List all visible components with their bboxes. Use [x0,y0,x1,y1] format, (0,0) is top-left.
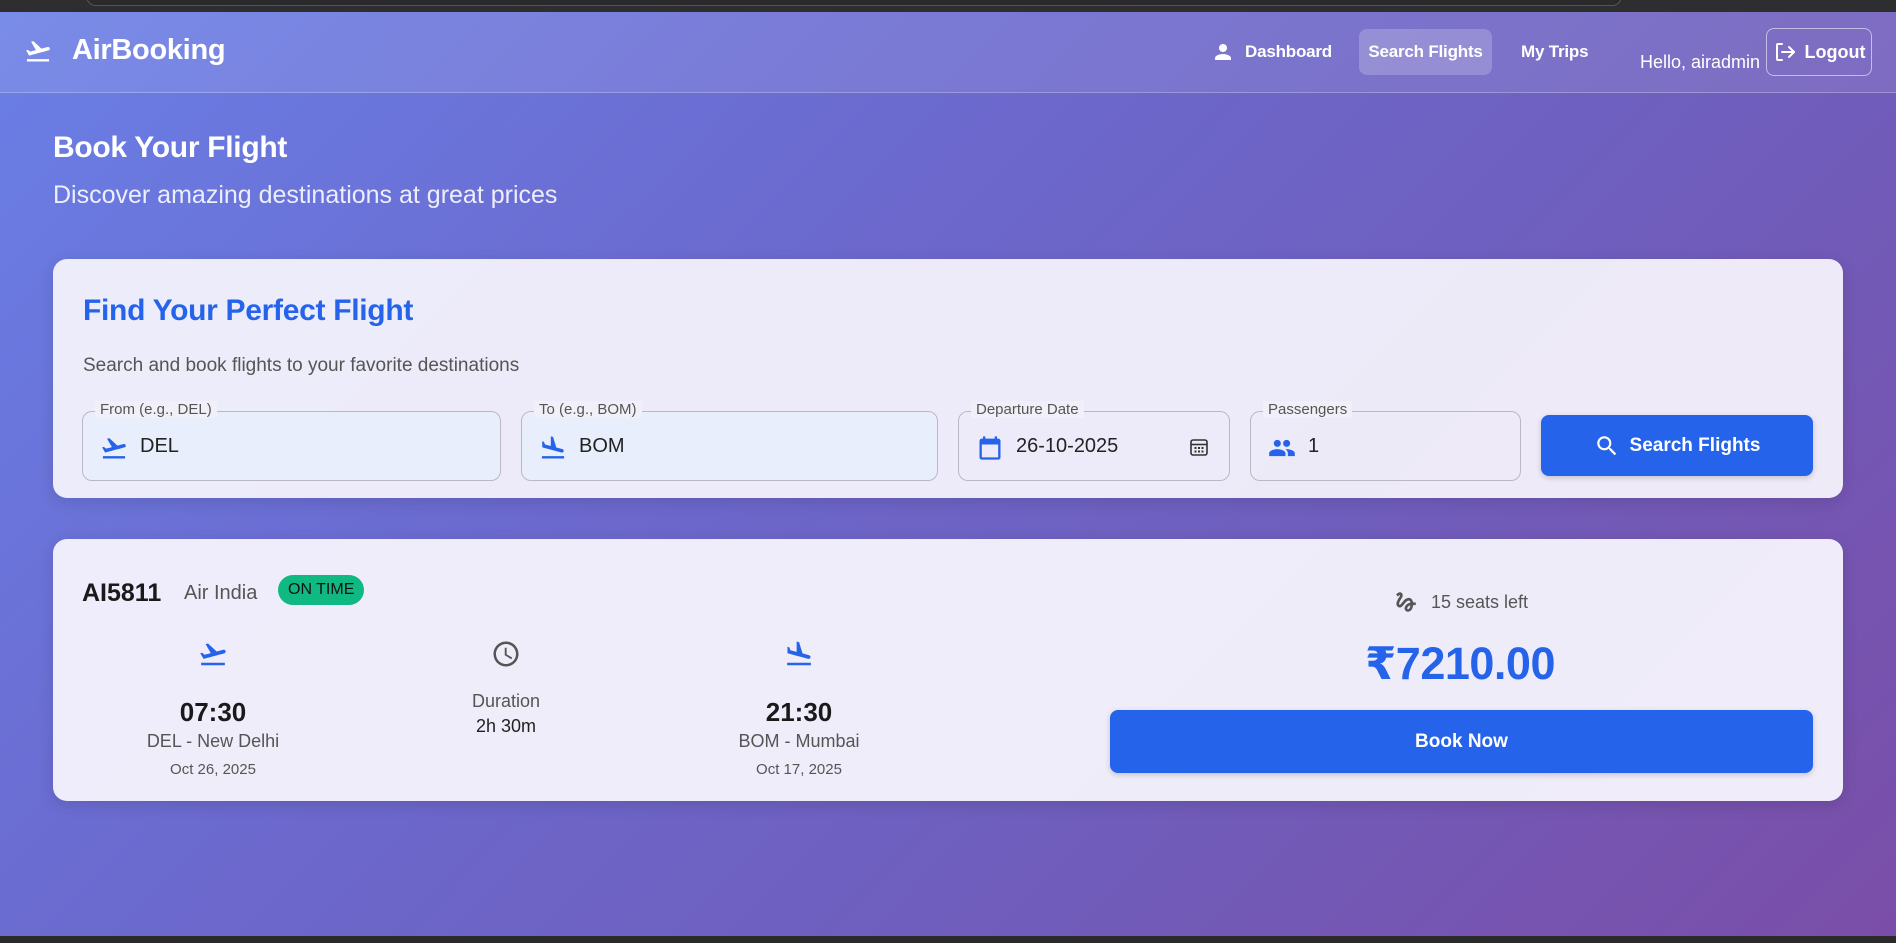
search-icon [1596,435,1616,455]
person-icon [1215,44,1231,60]
departure-date-value: 26-10-2025 [1016,435,1119,457]
search-card: Find Your Perfect Flight Search and book… [53,259,1843,498]
brand[interactable]: AirBooking [24,34,226,67]
status-badge: ON TIME [278,575,365,605]
from-field-label: From (e.g., DEL) [95,401,217,418]
calendar-picker-icon[interactable] [1187,435,1211,459]
flight-takeoff-icon [200,643,226,666]
to-field-value: BOM [579,435,625,457]
duration-value: 2h 30m [475,716,537,736]
search-flights-button-label: Search Flights [1629,434,1761,456]
departure-date-field[interactable]: Departure Date 26-10-2025 [958,401,1230,481]
nav-search-flights[interactable]: Search Flights [1359,29,1492,75]
logout-icon [1775,43,1795,61]
user-greeting: Hello, airadmin [1640,52,1761,72]
flight-takeoff-icon [26,40,50,61]
nav-dashboard-label: Dashboard [1245,42,1332,61]
arrival-time: 21:30 [765,697,833,727]
airline-name: Air India [184,582,258,604]
departure-time: 07:30 [179,697,247,727]
search-card-subtitle: Search and book flights to your favorite… [83,355,520,376]
flight-land-icon [787,641,811,666]
page-title: Book Your Flight [53,131,288,164]
duration-label: Duration [471,691,541,711]
seats-left: 15 seats left [1393,589,1528,615]
arrival-place: BOM - Mumbai [738,731,860,751]
passengers-field[interactable]: Passengers 1 [1250,401,1521,481]
book-now-button[interactable]: Book Now [1110,710,1813,773]
nav-my-trips[interactable]: My Trips [1511,29,1598,75]
nav-my-trips-label: My Trips [1521,42,1589,61]
departure-place: DEL - New Delhi [146,731,280,751]
search-card-title: Find Your Perfect Flight [83,294,414,327]
nav-dashboard[interactable]: Dashboard [1201,29,1342,75]
flight-takeoff-icon [102,438,126,459]
from-field[interactable]: From (e.g., DEL) DEL [82,401,501,481]
top-navbar: AirBooking Dashboard Search Flights My T… [0,12,1896,93]
to-field-label: To (e.g., BOM) [534,401,642,418]
flight-land-icon [541,436,565,459]
people-icon [1269,439,1295,457]
flight-price: ₹7210.00 [1365,638,1555,689]
departure-date-label: Departure Date [971,401,1084,418]
logout-label: Logout [1804,41,1866,62]
page-subtitle: Discover amazing destinations at great p… [53,181,558,209]
app-root: AirBooking Dashboard Search Flights My T… [0,12,1896,936]
seat-icon [1396,592,1416,612]
browser-address-bar[interactable] [86,0,1622,6]
passengers-label: Passengers [1263,401,1353,418]
nav-search-flights-label: Search Flights [1368,42,1483,61]
bottom-strip [0,936,1896,943]
calendar-icon [979,436,1001,460]
to-field[interactable]: To (e.g., BOM) BOM [521,401,938,481]
seats-left-label: 15 seats left [1431,591,1529,612]
arrival-date: Oct 17, 2025 [756,761,842,778]
passengers-value: 1 [1308,435,1320,457]
browser-top-strip [0,0,1896,12]
brand-name: AirBooking [72,34,226,66]
departure-date: Oct 26, 2025 [170,761,256,778]
from-field-value: DEL [140,435,179,457]
flight-result-card: AI5811 Air India ON TIME 07:30 DEL - New… [53,539,1843,801]
logout-button[interactable]: Logout [1766,28,1872,76]
search-flights-button[interactable]: Search Flights [1541,415,1813,476]
clock-icon [493,641,519,667]
flight-number: AI5811 [82,579,162,607]
